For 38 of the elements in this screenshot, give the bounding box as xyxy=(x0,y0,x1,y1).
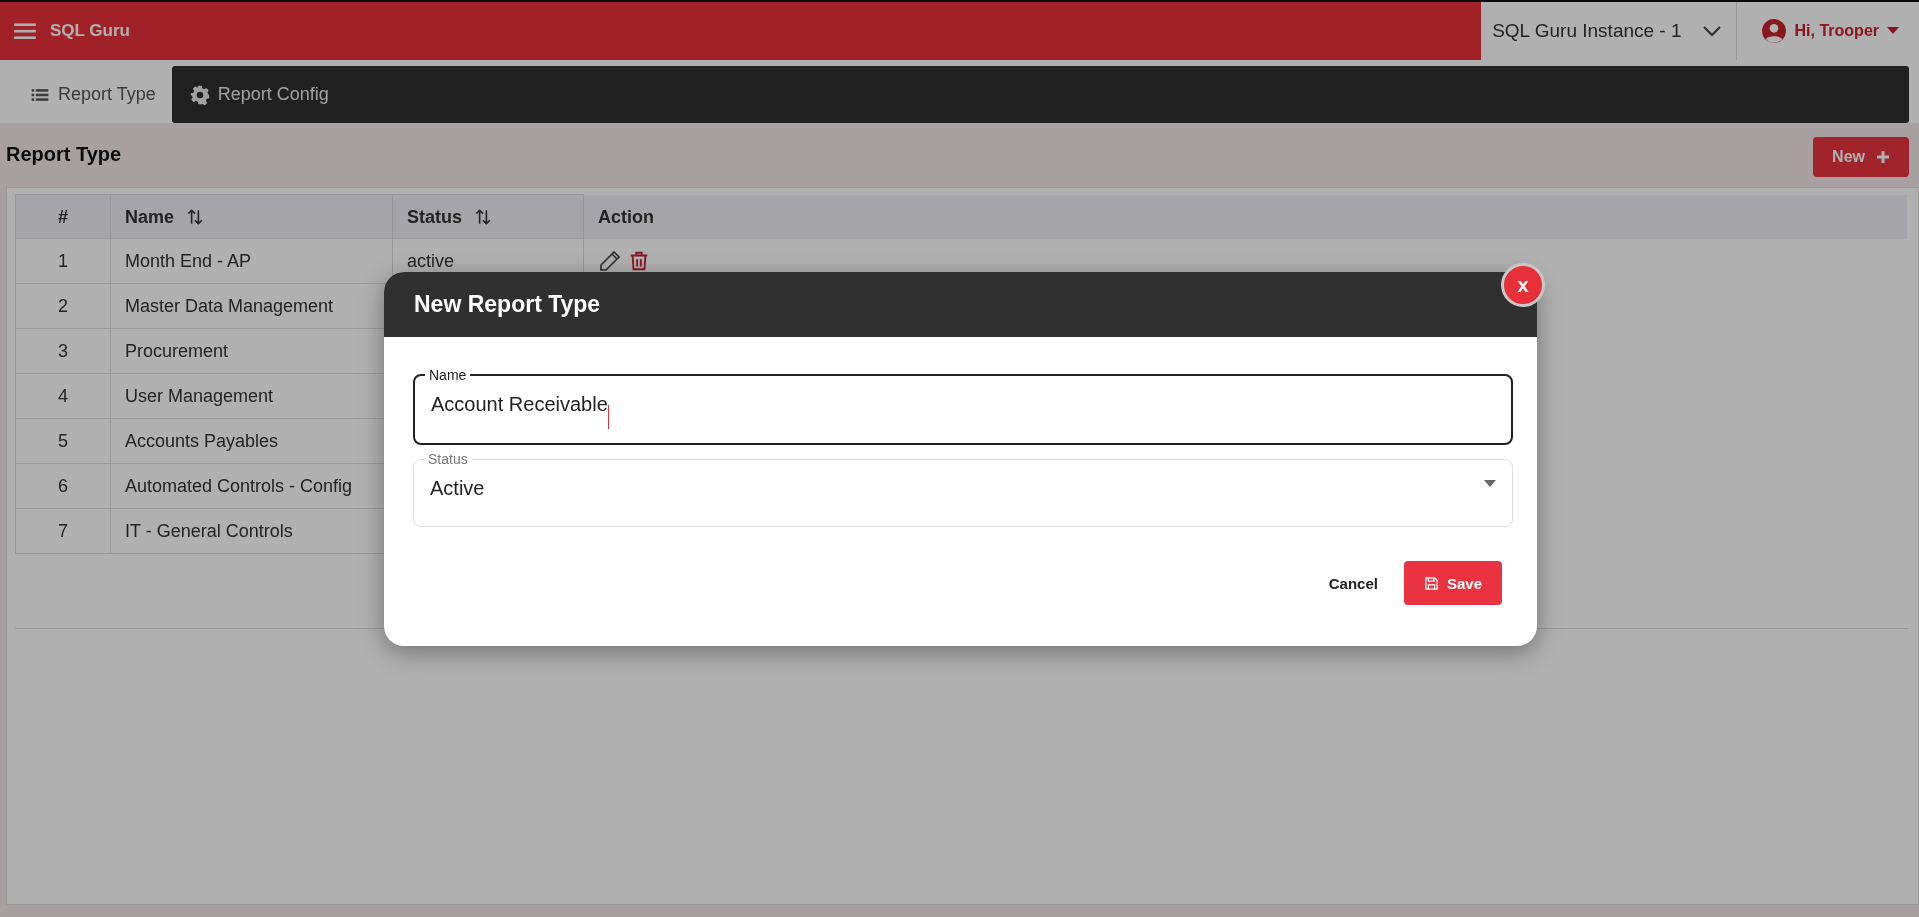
column-header: # xyxy=(15,194,111,239)
name-field[interactable]: Name Account Receivable xyxy=(413,367,1513,445)
new-button[interactable]: New xyxy=(1813,137,1909,177)
table-cell: Month End - AP xyxy=(110,238,393,284)
table-cell: 3 xyxy=(15,328,111,374)
tab[interactable]: Report Config xyxy=(171,66,345,123)
caret-down-icon xyxy=(1887,27,1899,35)
settings-icon xyxy=(189,84,210,105)
table-cell: 6 xyxy=(15,463,111,509)
text-cursor xyxy=(608,405,609,429)
table-cell: 7 xyxy=(15,508,111,554)
plus-icon xyxy=(1877,151,1889,163)
edit-icon[interactable] xyxy=(598,248,622,273)
text-input[interactable]: Account Receivable xyxy=(431,393,1231,416)
page-title: Report Type xyxy=(6,143,122,166)
field-label: Name xyxy=(428,367,468,383)
save-button[interactable]: Save xyxy=(1403,561,1502,605)
instance-selector[interactable]: SQL Guru Instance - 1 xyxy=(1481,2,1737,60)
status-select[interactable]: Status Active xyxy=(413,451,1513,527)
table-cell: 4 xyxy=(15,373,111,419)
caret-down-icon xyxy=(1484,479,1496,488)
sort-icon[interactable] xyxy=(186,208,205,227)
column-header[interactable]: Name xyxy=(110,194,393,239)
field-label: Status xyxy=(427,451,469,467)
select-value: Active xyxy=(430,477,486,500)
sort-icon[interactable] xyxy=(474,208,492,227)
app-title: SQL Guru xyxy=(50,21,130,41)
table-cell: 2 xyxy=(15,283,111,329)
table-cell: 5 xyxy=(15,418,111,464)
user-menu[interactable]: Hi, Trooper xyxy=(1736,2,1919,60)
instance-name: SQL Guru Instance - 1 xyxy=(1492,20,1682,42)
user-avatar-icon xyxy=(1760,18,1787,44)
column-header: Action xyxy=(584,194,1907,239)
cancel-button[interactable]: Cancel xyxy=(1324,566,1382,600)
dialog-title: New Report Type xyxy=(414,291,601,318)
table-cell: 1 xyxy=(15,238,111,284)
column-header[interactable]: Status xyxy=(392,194,584,239)
user-greeting: Hi, Trooper xyxy=(1794,22,1879,40)
